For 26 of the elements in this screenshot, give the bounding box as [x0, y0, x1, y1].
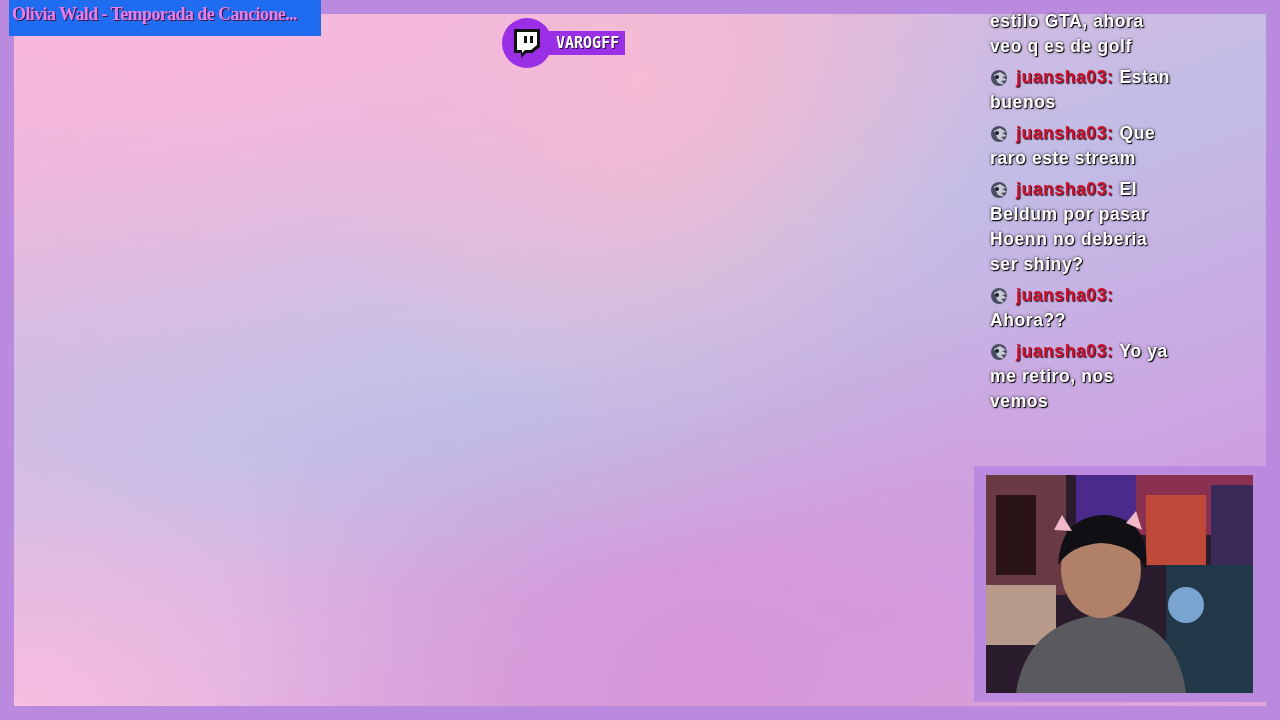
chat-message-line: vemos — [990, 390, 1049, 413]
avatar-icon — [990, 285, 1010, 306]
chat-message-line: Beldum por pasar — [990, 203, 1149, 226]
avatar-icon — [990, 123, 1010, 144]
chat-message-line: buenos — [990, 91, 1056, 114]
chat-username: juansha03: — [1016, 340, 1114, 363]
chat-message-line: me retiro, nos — [990, 365, 1115, 388]
chat-message-line: ser shiny? — [990, 253, 1084, 276]
chat-bubble-icon — [512, 27, 542, 59]
chat-username: juansha03: — [1016, 284, 1114, 307]
chat-message-line: Estan — [1119, 66, 1171, 89]
chat-message-line: raro este stream — [990, 147, 1136, 170]
now-playing-title: Olivia Wald - Temporada de Cancione... — [9, 0, 321, 36]
chat-message-line: Hoenn no deberia — [990, 228, 1148, 251]
avatar-icon — [990, 179, 1010, 200]
chat-username: juansha03: — [1016, 178, 1114, 201]
avatar-icon — [990, 67, 1010, 88]
chat-message-line: veo q es de golf — [990, 35, 1132, 58]
chat-message-line: estilo GTA, ahora — [990, 10, 1144, 33]
chat-message-line: Ahora?? — [990, 309, 1067, 332]
chat-message-line: El — [1119, 178, 1138, 201]
chat-username: juansha03: — [1016, 66, 1114, 89]
chat-username: juansha03: — [1016, 122, 1114, 145]
avatar-icon — [990, 341, 1010, 362]
chat-message-line: Yo ya — [1119, 340, 1168, 363]
chat-message-line: Que — [1119, 122, 1156, 145]
